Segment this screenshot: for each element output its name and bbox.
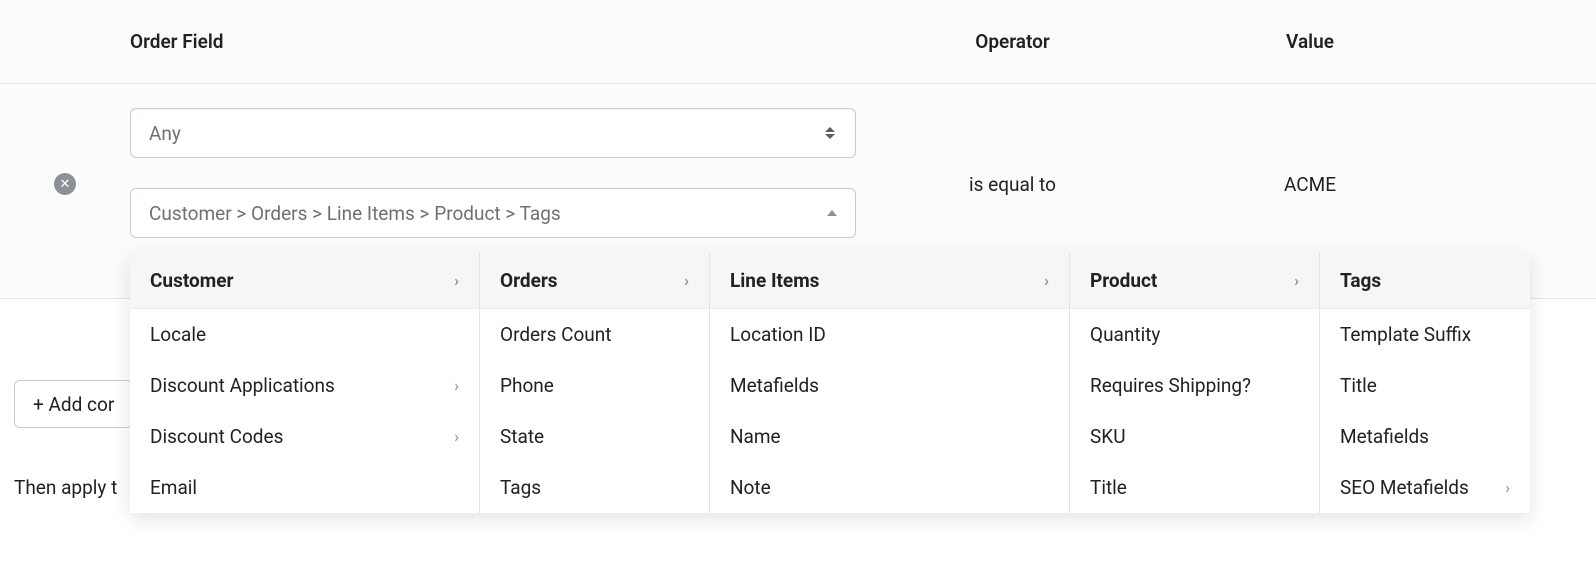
cascader-column-header[interactable]: Product › xyxy=(1070,253,1319,309)
cascader-item-label: Orders Count xyxy=(500,323,611,346)
cascader-item[interactable]: State xyxy=(480,411,709,462)
remove-condition-button[interactable]: ✕ xyxy=(54,173,76,195)
cascader-item-label: Discount Applications xyxy=(150,374,335,397)
cascader-item[interactable]: Title xyxy=(1070,462,1319,513)
cascader-item-label: Phone xyxy=(500,374,554,397)
cascader-item-label: Quantity xyxy=(1090,323,1160,346)
cascader-column: Product › Quantity Requires Shipping? SKU Tit… xyxy=(1070,253,1320,513)
cascader-item[interactable]: SKU xyxy=(1070,411,1319,462)
header-field: Order Field xyxy=(130,30,860,53)
cascader-header-label: Customer xyxy=(150,269,233,292)
cascader-header-label: Orders xyxy=(500,269,558,292)
cascader-item[interactable]: Metafields xyxy=(710,360,1069,411)
select-caret-icon xyxy=(825,124,839,142)
cascader-item[interactable]: Phone xyxy=(480,360,709,411)
cascader-item-label: Requires Shipping? xyxy=(1090,374,1251,397)
table-header: Order Field Operator Value xyxy=(0,0,1596,84)
cascader-column-header[interactable]: Orders › xyxy=(480,253,709,309)
field-path-label: Customer > Orders > Line Items > Product… xyxy=(149,202,561,225)
add-condition-button[interactable]: + Add cor xyxy=(14,380,133,428)
close-icon: ✕ xyxy=(60,178,71,191)
cascader-column-header[interactable]: Line Items › xyxy=(710,253,1069,309)
cascader-item[interactable]: Discount Applications › xyxy=(130,360,479,411)
cascader-column: Tags Template Suffix Title Metafields SEO Me… xyxy=(1320,253,1530,513)
cascader-item[interactable]: Name xyxy=(710,411,1069,462)
cascader-header-label: Tags xyxy=(1340,269,1381,292)
cascader-item[interactable]: Title xyxy=(1320,360,1530,411)
cascader-item[interactable]: Note xyxy=(710,462,1069,513)
value-text: ACME xyxy=(1284,173,1336,196)
chevron-right-icon: › xyxy=(454,376,459,395)
cascader-item-label: SKU xyxy=(1090,425,1126,448)
cascader-item-label: Email xyxy=(150,476,197,499)
cascader-column: Orders › Orders Count Phone State Tags xyxy=(480,253,710,513)
field-cell: Any Customer > Orders > Line Items > Pro… xyxy=(130,108,860,238)
chevron-up-icon xyxy=(827,210,837,216)
cascader-item[interactable]: Orders Count xyxy=(480,309,709,360)
cascader-item-label: State xyxy=(500,425,544,448)
cascader-item-label: Template Suffix xyxy=(1340,323,1471,346)
cascader-item-label: Locale xyxy=(150,323,206,346)
field-path-select[interactable]: Customer > Orders > Line Items > Product… xyxy=(130,188,856,238)
chevron-right-icon: › xyxy=(1044,271,1049,290)
cascader-item-label: Discount Codes xyxy=(150,425,283,448)
cascader-item-label: Metafields xyxy=(730,374,819,397)
cascader-header-label: Line Items xyxy=(730,269,819,292)
cascader-item-label: Metafields xyxy=(1340,425,1429,448)
cascader-item-label: Tags xyxy=(500,476,541,499)
cascader-item-label: Title xyxy=(1090,476,1127,499)
cascader-header-label: Product xyxy=(1090,269,1157,292)
chevron-right-icon: › xyxy=(454,427,459,446)
cascader-item-label: Title xyxy=(1340,374,1377,397)
cascader-item-label: SEO Metafields xyxy=(1340,476,1469,499)
operator-cell: is equal to xyxy=(860,108,1165,196)
then-apply-text: Then apply t xyxy=(14,476,117,499)
cascader-item[interactable]: Tags xyxy=(480,462,709,513)
cascader-item[interactable]: Locale xyxy=(130,309,479,360)
cascader-item-label: Location ID xyxy=(730,323,826,346)
cascader-item[interactable]: Quantity xyxy=(1070,309,1319,360)
add-condition-label: + Add cor xyxy=(33,393,114,416)
header-operator: Operator xyxy=(860,30,1165,53)
operator-text: is equal to xyxy=(969,173,1056,196)
field-cascader: Customer›LocaleDiscount Applications›Dis… xyxy=(130,253,1530,513)
cascader-column: Line Items › Location ID Metafields Name Note xyxy=(710,253,1070,513)
cascader-item-label: Note xyxy=(730,476,771,499)
cascader-item[interactable]: SEO Metafields › xyxy=(1320,462,1530,513)
cascader-column-header[interactable]: Tags xyxy=(1320,253,1530,309)
header-value: Value xyxy=(1165,30,1455,53)
cascader-item[interactable]: Email xyxy=(130,462,479,513)
value-cell: ACME xyxy=(1165,108,1455,196)
cascader-column-header[interactable]: Customer › xyxy=(130,253,479,309)
cascader-item[interactable]: Metafields xyxy=(1320,411,1530,462)
chevron-right-icon: › xyxy=(684,271,689,290)
cascader-item[interactable]: Location ID xyxy=(710,309,1069,360)
chevron-right-icon: › xyxy=(1294,271,1299,290)
cascader-column: Customer›LocaleDiscount Applications›Dis… xyxy=(130,253,480,513)
any-select[interactable]: Any xyxy=(130,108,856,158)
cascader-item[interactable]: Discount Codes › xyxy=(130,411,479,462)
cascader-item-label: Name xyxy=(730,425,781,448)
any-select-label: Any xyxy=(149,122,181,145)
cascader-item[interactable]: Template Suffix xyxy=(1320,309,1530,360)
remove-cell: ✕ xyxy=(0,108,130,195)
cascader-item[interactable]: Requires Shipping? xyxy=(1070,360,1319,411)
chevron-right-icon: › xyxy=(1505,478,1510,497)
chevron-right-icon: › xyxy=(454,271,459,290)
